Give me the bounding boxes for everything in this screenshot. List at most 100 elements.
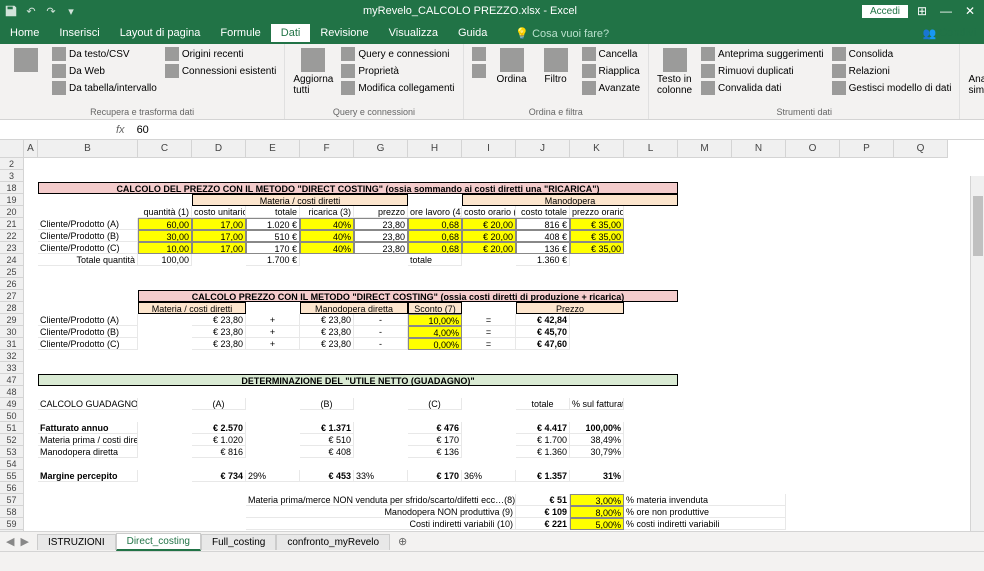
- col-header-M[interactable]: M: [678, 140, 732, 158]
- cell-J30[interactable]: € 45,70: [516, 326, 570, 338]
- cell-F22[interactable]: 40%: [300, 230, 354, 242]
- cell-D55[interactable]: € 734: [192, 470, 246, 482]
- cell-D19[interactable]: Materia / costi diretti: [192, 194, 408, 206]
- cell-E30[interactable]: +: [246, 326, 300, 338]
- cell-D49[interactable]: (A): [192, 398, 246, 410]
- cell-B53[interactable]: Manodopera diretta: [38, 446, 138, 458]
- row-header-58[interactable]: 58: [0, 506, 24, 518]
- row-header-56[interactable]: 56: [0, 482, 24, 494]
- cell-B22[interactable]: Cliente/Prodotto (B): [38, 230, 138, 242]
- cell-H49[interactable]: (C): [408, 398, 462, 410]
- cell-H21[interactable]: 0,68: [408, 218, 462, 230]
- cell-K22[interactable]: € 35,00: [570, 230, 624, 242]
- formula-bar[interactable]: 60: [131, 124, 984, 136]
- tab-layout[interactable]: Layout di pagina: [110, 24, 211, 42]
- cell-E29[interactable]: +: [246, 314, 300, 326]
- cell-H24[interactable]: totale: [408, 254, 462, 266]
- vertical-scrollbar[interactable]: [970, 176, 984, 531]
- col-header-B[interactable]: B: [38, 140, 138, 158]
- cells-area[interactable]: CALCOLO DEL PREZZO CON IL METODO "DIRECT…: [24, 158, 984, 531]
- cell-H51[interactable]: € 476: [408, 422, 462, 434]
- cell-L57[interactable]: % materia invenduta: [624, 494, 786, 506]
- cell-D23[interactable]: 17,00: [192, 242, 246, 254]
- cell-B51[interactable]: Fatturato annuo: [38, 422, 138, 434]
- row-header-28[interactable]: 28: [0, 302, 24, 314]
- cell-J22[interactable]: 408 €: [516, 230, 570, 242]
- scroll-thumb[interactable]: [973, 196, 983, 256]
- cell-J28[interactable]: Prezzo: [516, 302, 624, 314]
- cell-F29[interactable]: € 23,80: [300, 314, 354, 326]
- cell-H30[interactable]: 4,00%: [408, 326, 462, 338]
- tab-view[interactable]: Visualizza: [379, 24, 448, 42]
- cell-K23[interactable]: € 35,00: [570, 242, 624, 254]
- tab-help[interactable]: Guida: [448, 24, 497, 42]
- cell-C27[interactable]: CALCOLO PREZZO CON IL METODO "DIRECT COS…: [138, 290, 678, 302]
- row-header-55[interactable]: 55: [0, 470, 24, 482]
- cell-F55[interactable]: € 453: [300, 470, 354, 482]
- sheet-tab-full[interactable]: Full_costing: [201, 534, 276, 550]
- col-header-G[interactable]: G: [354, 140, 408, 158]
- cell-B23[interactable]: Cliente/Prodotto (C): [38, 242, 138, 254]
- tab-data[interactable]: Dati: [271, 24, 311, 42]
- cell-G20[interactable]: prezzo: [354, 206, 408, 218]
- minimize-icon[interactable]: —: [936, 2, 956, 20]
- cell-D51[interactable]: € 2.570: [192, 422, 246, 434]
- share-button[interactable]: 👥 Condivi: [915, 23, 984, 44]
- whatif-button[interactable]: Analisi di simulazione: [966, 46, 984, 98]
- cell-E31[interactable]: +: [246, 338, 300, 350]
- properties-button[interactable]: Proprietà: [339, 63, 456, 79]
- cell-E23[interactable]: 170 €: [246, 242, 300, 254]
- cell-E55[interactable]: 29%: [246, 470, 300, 482]
- select-all-button[interactable]: [0, 140, 24, 158]
- cell-B31[interactable]: Cliente/Prodotto (C): [38, 338, 138, 350]
- flash-fill-button[interactable]: Anteprima suggerimenti: [699, 46, 826, 62]
- cell-F28[interactable]: Manodopera diretta: [300, 302, 408, 314]
- cell-F23[interactable]: 40%: [300, 242, 354, 254]
- text-to-cols-button[interactable]: Testo in colonne: [655, 46, 695, 98]
- cell-D52[interactable]: € 1.020: [192, 434, 246, 446]
- cell-J51[interactable]: € 4.417: [516, 422, 570, 434]
- cell-G30[interactable]: -: [354, 326, 408, 338]
- cell-H22[interactable]: 0,68: [408, 230, 462, 242]
- from-table-button[interactable]: Da tabella/intervallo: [50, 80, 159, 96]
- tab-home[interactable]: Home: [0, 24, 49, 42]
- row-header-22[interactable]: 22: [0, 230, 24, 242]
- cell-L59[interactable]: % costi indiretti variabili: [624, 518, 786, 530]
- row-header-33[interactable]: 33: [0, 362, 24, 374]
- cell-H29[interactable]: 10,00%: [408, 314, 462, 326]
- cell-F31[interactable]: € 23,80: [300, 338, 354, 350]
- cell-D21[interactable]: 17,00: [192, 218, 246, 230]
- filter-button[interactable]: Filtro: [536, 46, 576, 87]
- cell-E59[interactable]: Costi indiretti variabili (10): [246, 518, 516, 530]
- cell-D53[interactable]: € 816: [192, 446, 246, 458]
- cell-D30[interactable]: € 23,80: [192, 326, 246, 338]
- col-header-E[interactable]: E: [246, 140, 300, 158]
- cell-B24[interactable]: Totale quantità: [38, 254, 138, 266]
- cell-J55[interactable]: € 1.357: [516, 470, 570, 482]
- cell-J52[interactable]: € 1.700: [516, 434, 570, 446]
- cell-G29[interactable]: -: [354, 314, 408, 326]
- cell-J49[interactable]: totale: [516, 398, 570, 410]
- row-header-48[interactable]: 48: [0, 386, 24, 398]
- col-header-N[interactable]: N: [732, 140, 786, 158]
- fx-icon[interactable]: fx: [110, 124, 131, 136]
- cell-D31[interactable]: € 23,80: [192, 338, 246, 350]
- sort-button[interactable]: Ordina: [492, 46, 532, 87]
- sort-az-button[interactable]: [470, 46, 488, 62]
- row-header-18[interactable]: 18: [0, 182, 24, 194]
- cell-H20[interactable]: ore lavoro (4): [408, 206, 462, 218]
- get-data-button[interactable]: [6, 46, 46, 74]
- cell-J20[interactable]: costo totale: [516, 206, 570, 218]
- cell-C20[interactable]: quantità (1): [138, 206, 192, 218]
- cell-H52[interactable]: € 170: [408, 434, 462, 446]
- cell-J24[interactable]: 1.360 €: [516, 254, 570, 266]
- cell-K21[interactable]: € 35,00: [570, 218, 624, 230]
- cell-E22[interactable]: 510 €: [246, 230, 300, 242]
- cell-H55[interactable]: € 170: [408, 470, 462, 482]
- cell-J57[interactable]: € 51: [516, 494, 570, 506]
- row-header-50[interactable]: 50: [0, 410, 24, 422]
- tab-prev-icon[interactable]: ◀: [6, 535, 14, 548]
- data-model-button[interactable]: Gestisci modello di dati: [830, 80, 954, 96]
- cell-K52[interactable]: 38,49%: [570, 434, 624, 446]
- cell-B30[interactable]: Cliente/Prodotto (B): [38, 326, 138, 338]
